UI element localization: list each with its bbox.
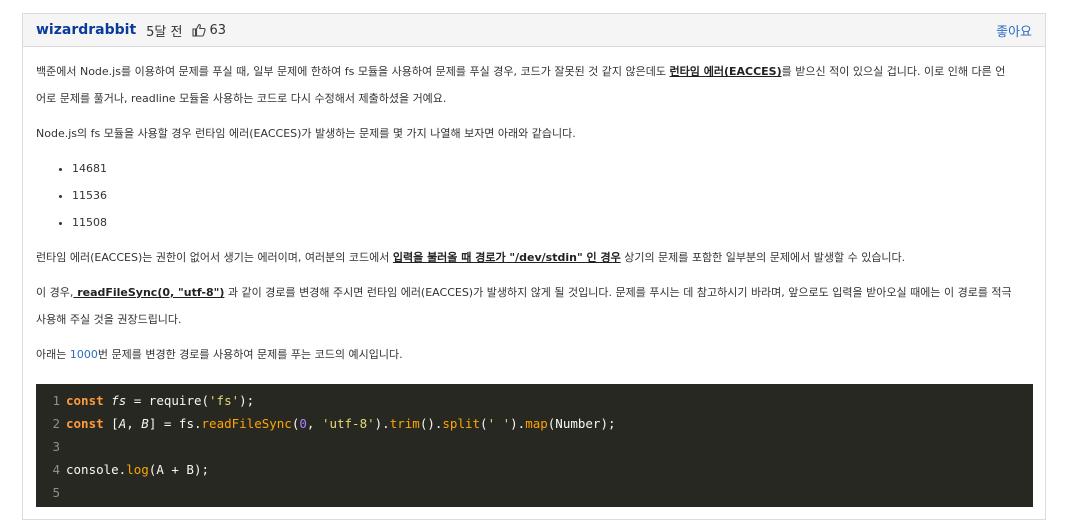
code-text: ). bbox=[510, 416, 526, 431]
code-line: 4 console.log(A + B); bbox=[36, 458, 1033, 481]
list-item: 11536 bbox=[72, 182, 1032, 209]
function: trim bbox=[389, 416, 420, 431]
text: 백준에서 Node.js를 이용하여 문제를 푸실 때, 일부 문제에 한하여 … bbox=[36, 65, 670, 78]
variable: fs bbox=[111, 393, 127, 408]
problem-list: 14681 11536 11508 bbox=[36, 155, 1032, 236]
line-number: 4 bbox=[52, 462, 60, 477]
paragraph-example: 아래는 1000번 문제를 변경한 경로를 사용하여 문제를 푸는 코드의 예시… bbox=[36, 341, 1032, 368]
author-link[interactable]: wizardrabbit bbox=[36, 22, 136, 38]
code-text: ). bbox=[374, 416, 390, 431]
text: 과 같이 경로를 변경해 주시면 런타임 에러(EACCES)가 발생하지 않게… bbox=[224, 286, 1012, 299]
code-line: 5 bbox=[36, 481, 1033, 504]
text: 이 경우, bbox=[36, 286, 74, 299]
code-text: (). bbox=[419, 416, 443, 431]
number: 0 bbox=[299, 416, 307, 431]
code-text: , bbox=[306, 416, 322, 431]
list-item: 14681 bbox=[72, 155, 1032, 182]
variable: B bbox=[141, 416, 149, 431]
keyword: const bbox=[66, 393, 104, 408]
problem-1000-link[interactable]: 1000 bbox=[70, 348, 98, 361]
keyword: const bbox=[66, 416, 104, 431]
line-number: 5 bbox=[52, 485, 60, 500]
text: 를 받으신 적이 있으실 겁니다. 이로 인해 다른 언 bbox=[781, 65, 1006, 78]
code-text: (Number); bbox=[547, 416, 616, 431]
text: 사용해 주실 것을 권장드립니다. bbox=[36, 313, 182, 326]
text: 상기의 문제를 포함한 일부분의 문제에서 발생할 수 있습니다. bbox=[620, 251, 906, 264]
line-number: 3 bbox=[52, 439, 60, 454]
paragraph-solution: 이 경우, readFileSync(0, "utf-8") 과 같이 경로를 … bbox=[36, 279, 1032, 333]
like-count: 63 bbox=[192, 23, 226, 38]
paragraph-problems: Node.js의 fs 모듈을 사용할 경우 런타임 에러(EACCES)가 발… bbox=[36, 127, 576, 140]
timestamp: 5달 전 bbox=[146, 24, 183, 40]
function: readFileSync bbox=[201, 416, 292, 431]
line-number: 1 bbox=[52, 393, 60, 408]
path-emphasis: 입력을 불러올 때 경로가 "/dev/stdin" 인 경우 bbox=[392, 251, 621, 264]
string: 'fs' bbox=[209, 393, 240, 408]
code-block: 1 const fs = require('fs'); 2 const [A, … bbox=[36, 384, 1033, 507]
function: split bbox=[442, 416, 481, 431]
string: 'utf-8' bbox=[321, 416, 375, 431]
paragraph-intro: 백준에서 Node.js를 이용하여 문제를 푸실 때, 일부 문제에 한하여 … bbox=[36, 47, 1032, 112]
line-number: 2 bbox=[52, 416, 60, 431]
paragraph-cause: 런타임 에러(EACCES)는 권한이 없어서 생기는 에러이며, 여러분의 코… bbox=[36, 244, 1032, 271]
like-count-value: 63 bbox=[209, 22, 227, 38]
thumbs-up-icon bbox=[192, 23, 207, 37]
code-line: 2 const [A, B] = fs.readFileSync(0, 'utf… bbox=[36, 412, 1033, 435]
text: 어로 문제를 풀거나, readline 모듈을 사용하는 코드로 다시 수정해… bbox=[36, 92, 447, 105]
code-line: 3 bbox=[36, 435, 1033, 458]
function: log bbox=[126, 462, 149, 477]
code-text: ( bbox=[480, 416, 488, 431]
comment-header: wizardrabbit 5달 전 63 좋아요 bbox=[23, 14, 1045, 47]
code-text: = require( bbox=[126, 393, 210, 408]
text: 번 문제를 변경한 경로를 사용하여 문제를 푸는 코드의 예시입니다. bbox=[97, 348, 403, 361]
code-text: console. bbox=[66, 462, 127, 477]
runtime-error-emphasis: 런타임 에러(EACCES) bbox=[669, 65, 782, 78]
readfilesync-emphasis: readFileSync(0, "utf-8") bbox=[73, 286, 225, 299]
text: 아래는 bbox=[36, 348, 70, 361]
comment-panel: wizardrabbit 5달 전 63 좋아요 백준에서 Node.js를 이… bbox=[22, 13, 1046, 520]
text: 런타임 에러(EACCES)는 권한이 없어서 생기는 에러이며, 여러분의 코… bbox=[36, 251, 393, 264]
code-line: 1 const fs = require('fs'); bbox=[36, 389, 1033, 412]
code-text: [ bbox=[103, 416, 119, 431]
list-item: 11508 bbox=[72, 209, 1032, 236]
comment-body: 백준에서 Node.js를 이용하여 문제를 푸실 때, 일부 문제에 한하여 … bbox=[23, 47, 1045, 368]
code-text: ] = fs. bbox=[148, 416, 202, 431]
string: ' ' bbox=[487, 416, 511, 431]
code-text: (A + B); bbox=[148, 462, 210, 477]
code-text: , bbox=[126, 416, 142, 431]
code-text: ); bbox=[239, 393, 255, 408]
like-button[interactable]: 좋아요 bbox=[996, 21, 1032, 40]
function: map bbox=[525, 416, 548, 431]
